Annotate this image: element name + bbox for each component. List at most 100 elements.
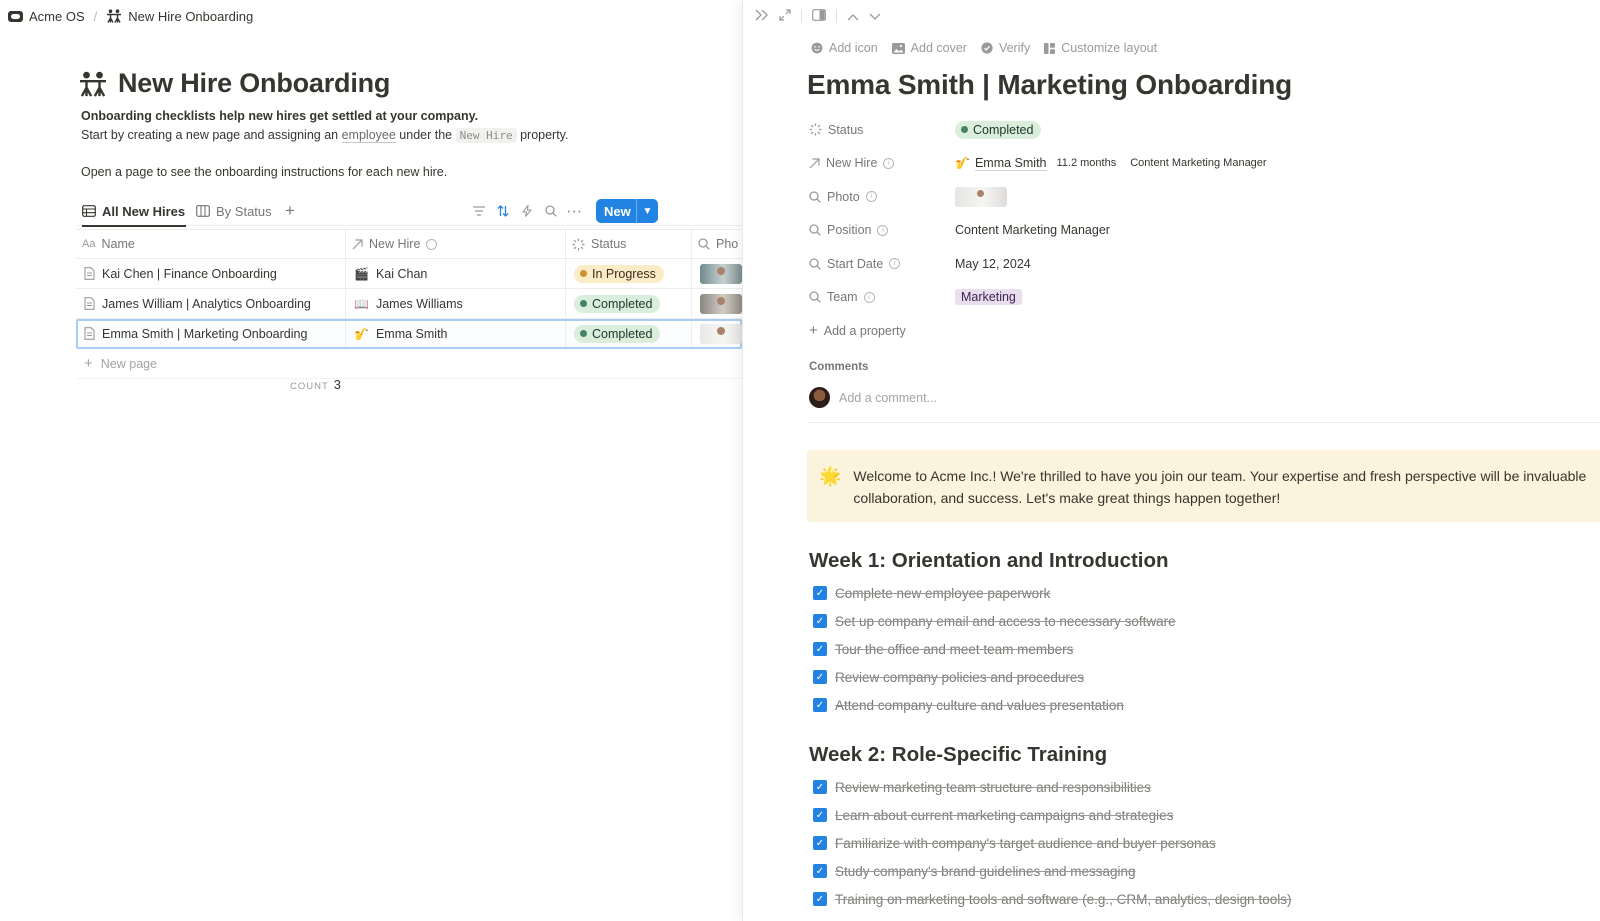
property-start-date[interactable]: Start Date i May 12, 2024 [809, 247, 1569, 281]
add-view-button[interactable]: + [285, 196, 295, 226]
new-page-row[interactable]: + New page [76, 349, 742, 379]
page-actions: Add icon Add cover Verify Customize layo… [811, 41, 1157, 55]
tab-all-new-hires[interactable]: All New Hires [82, 196, 186, 227]
status-badge[interactable]: Completed [955, 120, 1042, 139]
todo-item[interactable]: ✓ Attend company culture and values prese… [813, 691, 1593, 719]
todo-item[interactable]: ✓ Review company policies and procedures [813, 663, 1593, 691]
table-row[interactable]: Emma Smith | Marketing Onboarding 🎷 Emma… [76, 319, 742, 349]
status-badge[interactable]: In Progress [574, 264, 664, 283]
checkbox-checked-icon[interactable]: ✓ [813, 892, 827, 906]
add-property-button[interactable]: + Add a property [809, 314, 1569, 348]
layout-panel-icon[interactable] [812, 8, 826, 24]
chevron-down-icon[interactable] [869, 9, 881, 24]
status-loader-icon [572, 238, 585, 250]
side-peek-panel: Add icon Add cover Verify Customize layo… [742, 0, 1600, 921]
add-icon-button[interactable]: Add icon [811, 41, 878, 55]
column-header-name[interactable]: Aa Name [76, 230, 346, 258]
chevron-up-icon[interactable] [847, 9, 859, 24]
verify-button[interactable]: Verify [981, 41, 1030, 55]
row-name[interactable]: Emma Smith | Marketing Onboarding [102, 327, 307, 341]
checkbox-checked-icon[interactable]: ✓ [813, 808, 827, 822]
add-cover-button[interactable]: Add cover [891, 41, 967, 55]
checkbox-checked-icon[interactable]: ✓ [813, 836, 827, 850]
saxophone-icon: 🎷 [955, 156, 970, 171]
peek-page-title[interactable]: Emma Smith | Marketing Onboarding [807, 69, 1292, 101]
status-badge[interactable]: Completed [574, 324, 661, 343]
column-header-status[interactable]: Status [566, 230, 692, 258]
row-name[interactable]: James William | Analytics Onboarding [102, 297, 311, 311]
peek-toolbar [755, 6, 881, 26]
new-hire-role: Content Marketing Manager [1130, 157, 1267, 170]
clapperboard-icon: 🎬 [354, 266, 369, 281]
more-options-icon[interactable]: ··· [566, 202, 584, 220]
breadcrumb-workspace[interactable]: Acme OS [8, 9, 85, 24]
todo-item[interactable]: ✓ Learn about current marketing campaigns… [813, 801, 1593, 829]
checkbox-checked-icon[interactable]: ✓ [813, 614, 827, 628]
row-name[interactable]: Kai Chen | Finance Onboarding [102, 267, 277, 281]
property-status[interactable]: Status Completed [809, 113, 1569, 147]
avatar [809, 387, 830, 408]
expand-icon[interactable] [779, 8, 791, 24]
checkbox-checked-icon[interactable]: ✓ [813, 780, 827, 794]
description-line-1: Onboarding checklists help new hires get… [81, 109, 479, 123]
new-hire-link[interactable]: 🎷 Emma Smith [955, 156, 1047, 171]
todo-item[interactable]: ✓ Training on marketing tools and softwar… [813, 885, 1593, 913]
todo-item[interactable]: ✓ Review marketing team structure and res… [813, 773, 1593, 801]
checkbox-checked-icon[interactable]: ✓ [813, 670, 827, 684]
photo-thumbnail[interactable] [700, 263, 742, 284]
search-icon[interactable] [542, 202, 560, 220]
customize-layout-button[interactable]: Customize layout [1044, 41, 1157, 55]
team-tag[interactable]: Marketing [955, 289, 1022, 306]
property-position[interactable]: Position i Content Marketing Manager [809, 214, 1569, 248]
photo-thumbnail[interactable] [955, 186, 1007, 207]
close-peek-icon[interactable] [755, 9, 769, 24]
property-new-hire[interactable]: New Hire i 🎷 Emma Smith 11.2 months Cont… [809, 147, 1569, 181]
plus-icon: + [809, 322, 818, 340]
checkbox-checked-icon[interactable]: ✓ [813, 864, 827, 878]
checkbox-checked-icon[interactable]: ✓ [813, 698, 827, 712]
new-hire-code: New Hire [455, 127, 517, 143]
breadcrumb-separator: / [93, 8, 98, 24]
chevron-down-icon[interactable]: ▼ [637, 206, 658, 217]
sort-icon[interactable] [494, 202, 512, 220]
image-icon [891, 42, 905, 54]
photo-thumbnail[interactable] [700, 293, 742, 314]
page-title: New Hire Onboarding [78, 68, 390, 99]
todo-item[interactable]: ✓ Study company's brand guidelines and me… [813, 857, 1593, 885]
todo-item[interactable]: ✓ Tour the office and meet team members [813, 635, 1593, 663]
table-row[interactable]: Kai Chen | Finance Onboarding 🎬 Kai Chan… [76, 259, 742, 289]
breadcrumb-page[interactable]: New Hire Onboarding [106, 9, 253, 24]
info-icon: i [865, 191, 877, 203]
row-count[interactable]: COUNT 3 [290, 377, 341, 392]
table-row[interactable]: James William | Analytics Onboarding 📖 J… [76, 289, 742, 319]
automation-bolt-icon[interactable] [518, 202, 536, 220]
todo-item[interactable]: ✓ Complete new employee paperwork [813, 579, 1593, 607]
info-icon: i [889, 258, 901, 270]
week2-heading: Week 2: Role-Specific Training [809, 743, 1108, 766]
smiley-icon [811, 42, 823, 54]
checkbox-checked-icon[interactable]: ✓ [813, 642, 827, 656]
tab-by-status[interactable]: By Status [196, 196, 272, 226]
property-team[interactable]: Team i Marketing [809, 281, 1569, 315]
photo-thumbnail[interactable] [700, 323, 742, 344]
text-property-icon: Aa [82, 238, 96, 250]
people-icon [107, 9, 122, 23]
column-header-new-hire[interactable]: New Hire [346, 230, 566, 258]
todo-item[interactable]: ✓ Familiarize with company's target audie… [813, 829, 1593, 857]
employee-link[interactable]: employee [341, 127, 396, 143]
status-badge[interactable]: Completed [574, 294, 661, 313]
row-new-hire[interactable]: James Williams [376, 297, 463, 311]
filter-icon[interactable] [470, 202, 488, 220]
welcome-callout: 🌟 Welcome to Acme Inc.! We're thrilled t… [807, 450, 1600, 522]
checkbox-checked-icon[interactable]: ✓ [813, 586, 827, 600]
property-photo[interactable]: Photo i [809, 180, 1569, 214]
column-header-photo[interactable]: Pho [692, 230, 742, 258]
verified-badge-icon [981, 42, 993, 54]
row-new-hire[interactable]: Kai Chan [376, 267, 427, 281]
row-new-hire[interactable]: Emma Smith [376, 327, 448, 341]
new-record-button[interactable]: New ▼ [596, 199, 658, 223]
todo-item[interactable]: ✓ Set up company email and access to nece… [813, 607, 1593, 635]
comment-input[interactable]: Add a comment... [809, 387, 937, 408]
page-icon [84, 327, 95, 340]
page-icon [84, 297, 95, 310]
